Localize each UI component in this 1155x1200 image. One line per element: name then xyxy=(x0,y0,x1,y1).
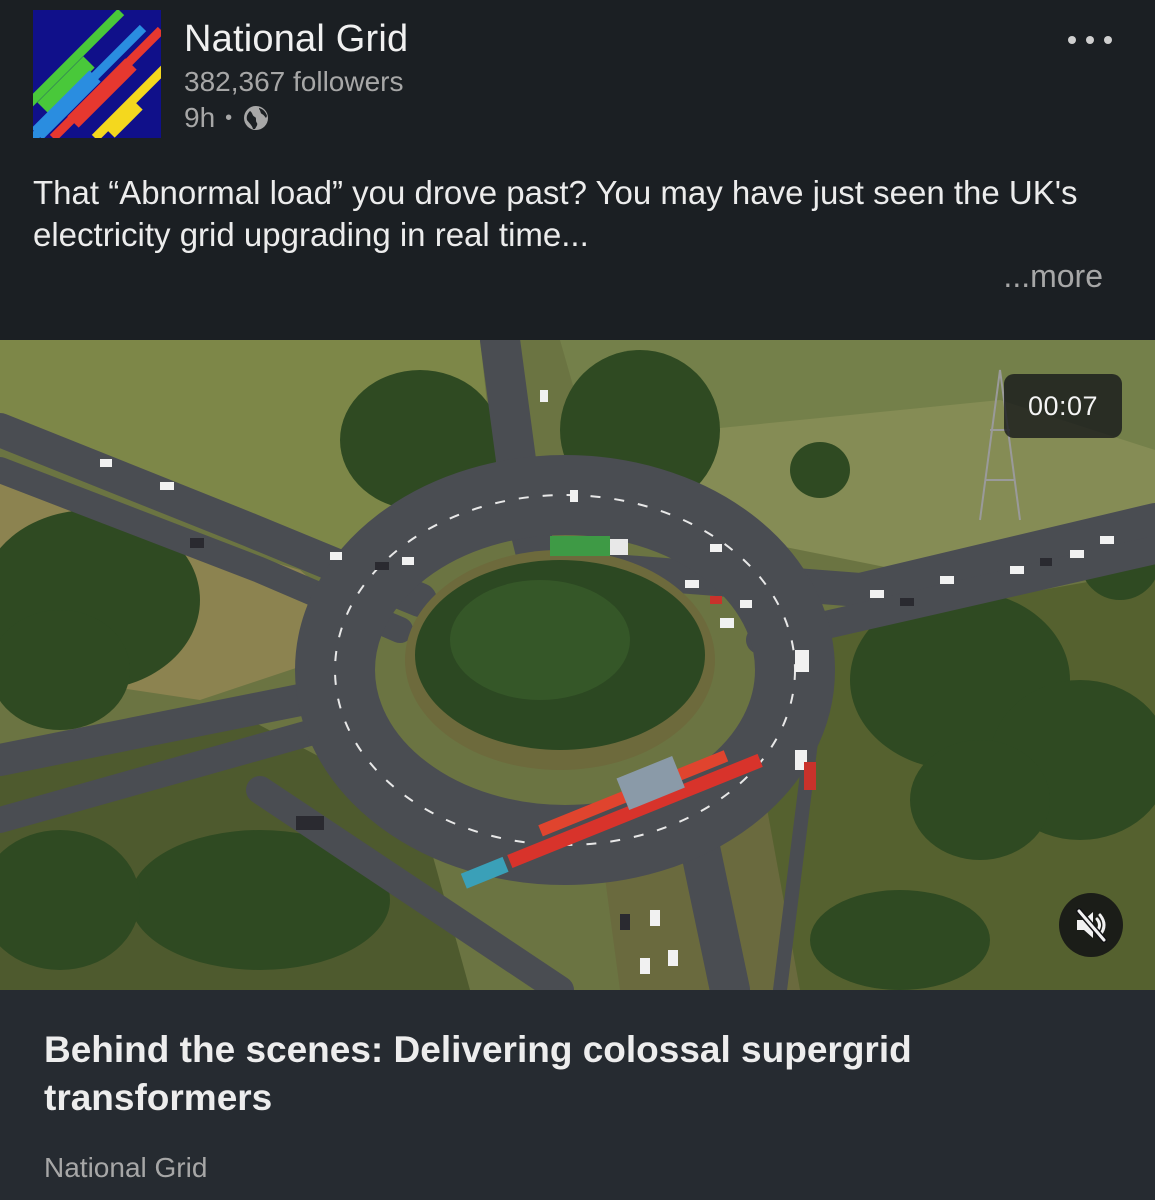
meta-separator: • xyxy=(225,106,233,129)
post-time: 9h xyxy=(184,102,216,133)
link-title[interactable]: Behind the scenes: Delivering colossal s… xyxy=(44,1026,1044,1122)
link-source: National Grid xyxy=(44,1152,208,1183)
follower-count: 382,367 followers xyxy=(184,66,404,97)
video-duration-badge: 00:07 xyxy=(1004,374,1122,438)
logo-graphic xyxy=(33,10,161,138)
video-thumbnail xyxy=(0,340,1155,990)
globe-icon xyxy=(242,104,270,132)
speaker-muted-icon[interactable] xyxy=(1059,893,1123,957)
post-header: National Grid 382,367 followers 9h • xyxy=(0,0,1155,160)
post-text: That “Abnormal load” you drove past? You… xyxy=(33,174,1078,253)
more-options-icon[interactable] xyxy=(1068,25,1112,55)
post-meta: 9h • xyxy=(184,102,270,134)
see-more-link[interactable]: ...more xyxy=(1003,258,1103,295)
link-preview-card[interactable]: Behind the scenes: Delivering colossal s… xyxy=(0,990,1155,1200)
video-player[interactable]: 00:07 xyxy=(0,340,1155,990)
author-name[interactable]: National Grid xyxy=(184,18,408,61)
national-grid-logo[interactable] xyxy=(33,10,161,138)
